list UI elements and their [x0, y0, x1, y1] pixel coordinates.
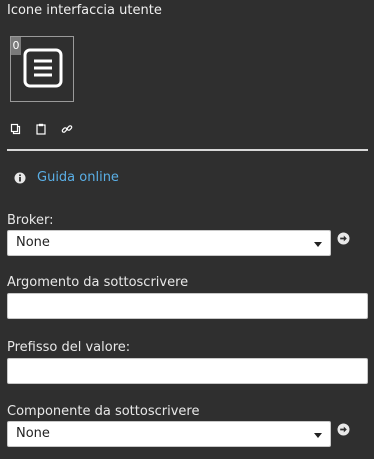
arrow-right-circle-icon[interactable] — [337, 232, 350, 245]
argomento-input[interactable] — [7, 293, 368, 319]
broker-label: Broker: — [7, 213, 54, 228]
prefisso-label: Prefisso del valore: — [7, 340, 131, 355]
componente-label: Componente da sottoscrivere — [7, 404, 200, 419]
broker-select[interactable]: None — [7, 230, 331, 256]
arrow-right-circle-icon[interactable] — [337, 423, 350, 436]
prefisso-input[interactable] — [7, 358, 368, 384]
online-help[interactable]: Guida online — [14, 170, 119, 185]
copy-icon[interactable] — [10, 123, 22, 135]
list-icon — [23, 48, 63, 88]
componente-select-value: None — [16, 426, 50, 441]
chevron-down-icon — [314, 242, 322, 247]
section-title: Icone interfaccia utente — [7, 3, 162, 18]
argomento-label: Argomento da sottoscrivere — [7, 275, 189, 290]
section-divider — [7, 149, 368, 151]
link-icon[interactable] — [61, 123, 73, 135]
componente-select[interactable]: None — [7, 421, 331, 447]
online-help-link[interactable]: Guida online — [37, 170, 119, 185]
info-icon — [14, 172, 26, 183]
ui-icon-tile[interactable]: 0 — [10, 36, 74, 102]
paste-icon[interactable] — [35, 123, 47, 135]
chevron-down-icon — [314, 433, 322, 438]
broker-select-value: None — [16, 235, 50, 250]
icon-index-badge: 0 — [11, 37, 21, 55]
